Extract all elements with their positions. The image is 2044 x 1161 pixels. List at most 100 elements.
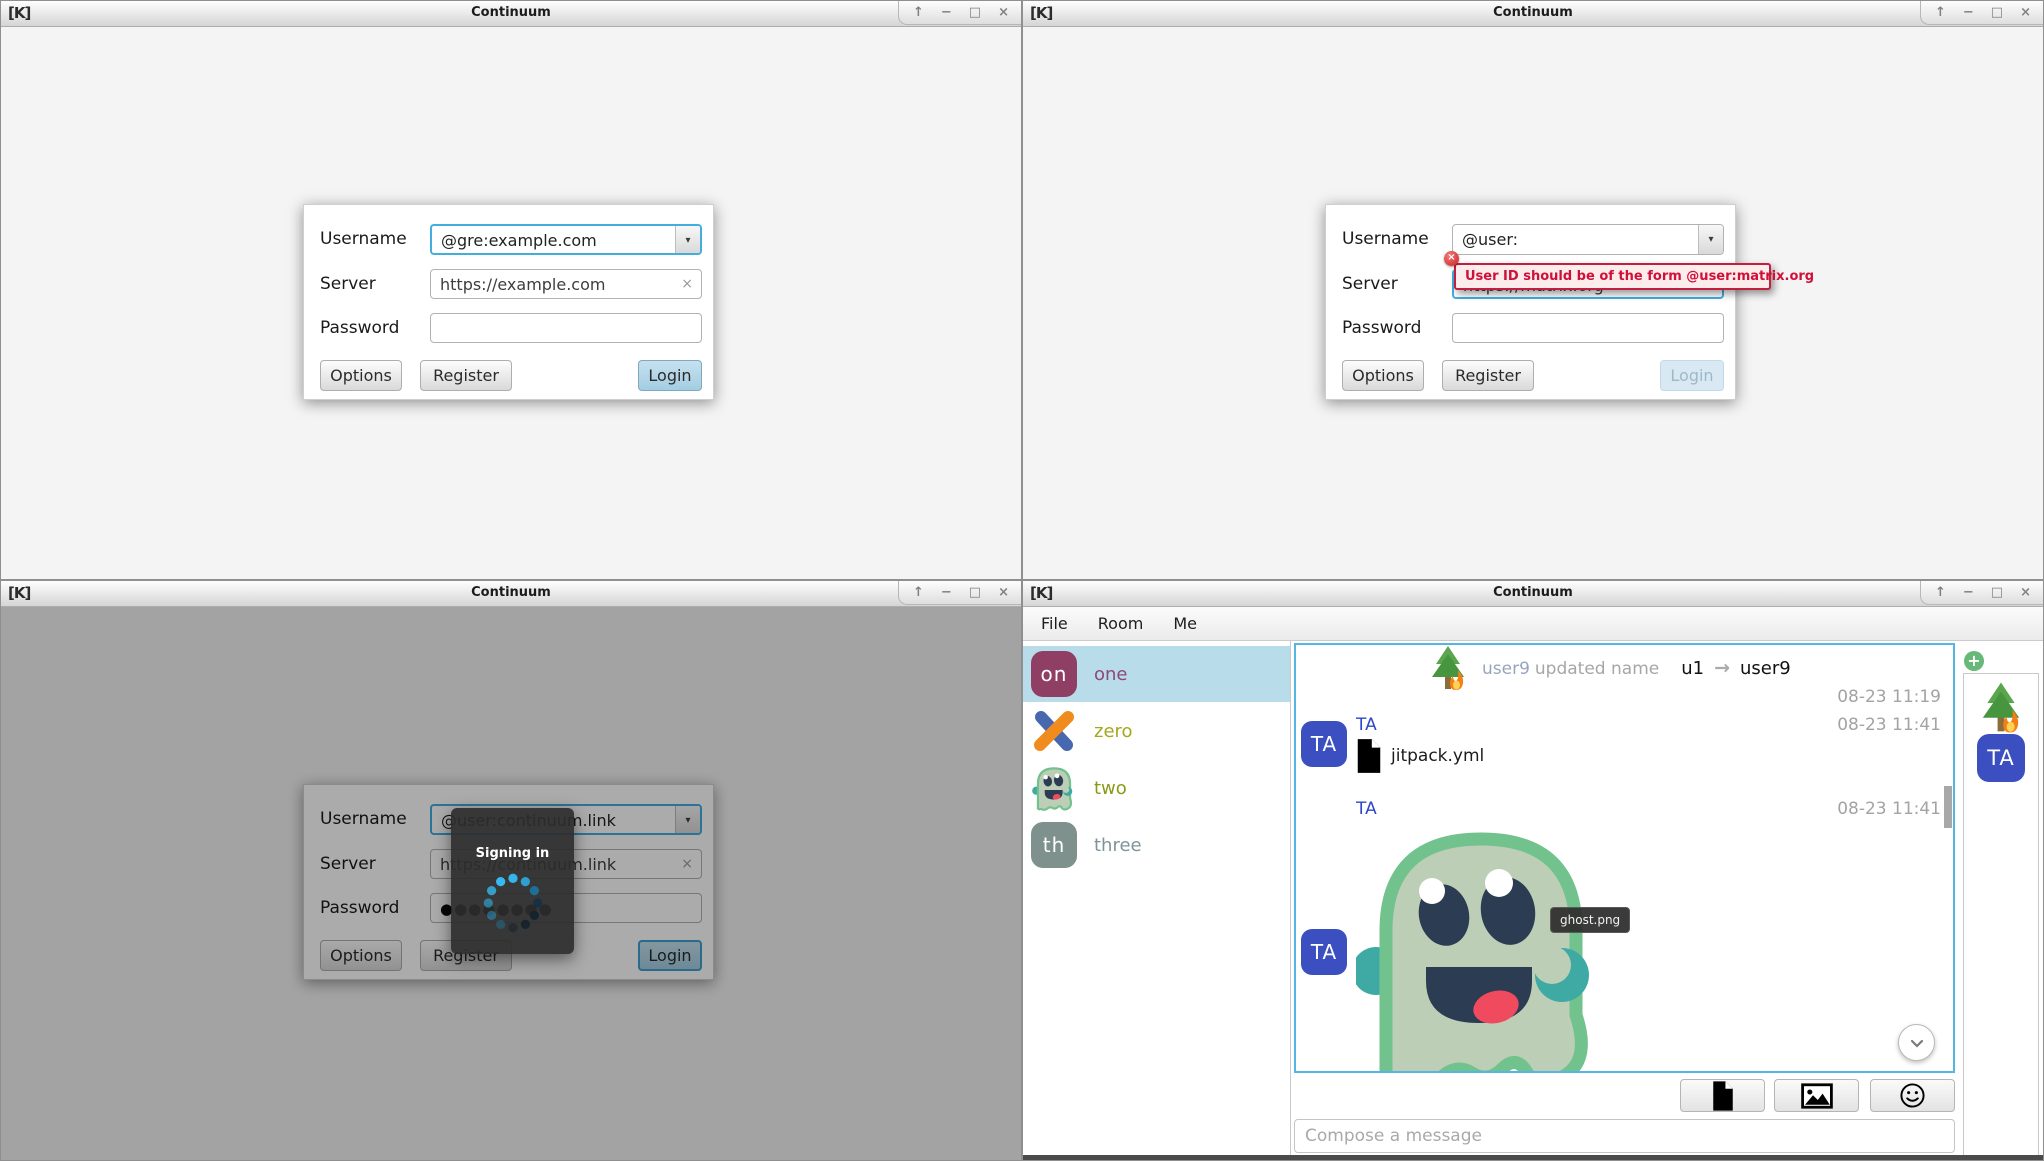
maximize-button[interactable]: □ [1991, 585, 2003, 604]
timestamp: 08-23 11:41 [1837, 799, 1941, 819]
sender-avatar[interactable]: TA [1301, 929, 1347, 975]
combobox-dropdown-button[interactable]: ▾ [675, 226, 700, 253]
username-combobox[interactable]: @user: ▾ [1452, 224, 1724, 255]
room-avatar-text: th [1043, 833, 1066, 857]
window-content: Username @gre:example.com ▾ Server https… [1, 27, 1021, 579]
room-item-three[interactable]: th three [1023, 817, 1290, 873]
sender-avatar[interactable]: TA [1301, 721, 1347, 767]
shade-button[interactable]: ↑ [913, 5, 924, 24]
maximize-button[interactable]: □ [1991, 5, 2003, 24]
menu-room[interactable]: Room [1098, 614, 1144, 633]
room-name: three [1094, 835, 1142, 856]
scroll-to-bottom-button[interactable] [1898, 1024, 1935, 1061]
attach-file-button[interactable] [1680, 1079, 1765, 1112]
titlebar[interactable]: [K] Continuum ↑ − □ × [1023, 1, 2043, 27]
smiley-icon [1899, 1082, 1926, 1109]
menu-file[interactable]: File [1041, 614, 1068, 633]
options-button[interactable]: Options [320, 360, 402, 391]
timeline-scrollbar[interactable] [1944, 786, 1952, 828]
password-input[interactable] [430, 313, 702, 343]
member-avatar-tree-fire-icon[interactable] [1976, 680, 2026, 735]
file-icon [1710, 1080, 1736, 1112]
minimize-button[interactable]: − [1963, 5, 1974, 24]
room-avatar: th [1031, 822, 1077, 868]
window-controls: ↑ − □ × [1920, 1, 2043, 25]
window-login-signing-in: [K] Continuum ↑ − □ × Username @user:con… [0, 580, 1022, 1161]
close-button[interactable]: × [998, 5, 1009, 24]
window-title: Continuum [1023, 5, 2043, 20]
password-label: Password [1342, 318, 1421, 338]
password-input[interactable] [1452, 313, 1724, 343]
compose-message-input[interactable] [1294, 1119, 1955, 1153]
emoji-button[interactable] [1870, 1079, 1955, 1112]
window-login-error: [K] Continuum ↑ − □ × Username @user: ▾ … [1022, 0, 2044, 580]
titlebar[interactable]: [K] Continuum ↑ − □ × [1023, 581, 2043, 607]
register-button[interactable]: Register [420, 360, 512, 391]
avatar-text: TA [1311, 940, 1337, 964]
member-avatar[interactable]: TA [1977, 734, 2025, 782]
file-name: jitpack.yml [1391, 746, 1484, 766]
room-item-zero[interactable]: zero [1023, 703, 1290, 759]
titlebar[interactable]: [K] Continuum ↑ − □ × [1, 1, 1021, 27]
file-icon [1354, 737, 1384, 775]
name-change-event: user9updated nameu1→user9 [1426, 646, 1791, 690]
message-timeline[interactable]: user9updated nameu1→user9 08-23 11:19 TA… [1294, 643, 1955, 1073]
room-item-two[interactable]: two [1023, 760, 1290, 816]
shade-button[interactable]: ↑ [913, 585, 924, 604]
server-label: Server [320, 274, 376, 294]
maximize-button[interactable]: □ [969, 585, 981, 604]
close-button[interactable]: × [2020, 5, 2031, 24]
add-member-button[interactable]: + [1964, 651, 1984, 671]
ghost-image-attachment[interactable] [1356, 819, 1606, 1073]
room-item-one[interactable]: on one [1023, 646, 1290, 702]
login-button[interactable]: Login [638, 360, 702, 391]
tree-fire-avatar-icon [1426, 644, 1470, 692]
member-list: TA [1963, 673, 2039, 1156]
chevron-down-icon: ▾ [1708, 234, 1713, 245]
room-avatar-k-logo-icon [1031, 708, 1077, 754]
event-sender: user9 [1482, 659, 1530, 679]
minimize-button[interactable]: − [941, 5, 952, 24]
menu-me[interactable]: Me [1173, 614, 1197, 633]
room-name: one [1094, 664, 1128, 685]
signing-in-popup: Signing in [451, 808, 574, 954]
room-name: zero [1094, 721, 1133, 742]
username-combobox[interactable]: @gre:example.com ▾ [430, 224, 702, 255]
message-sender: TA [1356, 715, 1377, 735]
login-panel: Username @user: ▾ Server https://matrix.… [1325, 204, 1736, 400]
combobox-dropdown-button[interactable]: ▾ [1698, 225, 1723, 254]
room-list: on one zero two th three [1023, 641, 1291, 1155]
username-error-tooltip: User ID should be of the form @user:matr… [1454, 263, 1771, 290]
shade-button[interactable]: ↑ [1935, 5, 1946, 24]
username-value[interactable]: @user: [1453, 225, 1698, 254]
server-label: Server [1342, 274, 1398, 294]
attach-image-button[interactable] [1774, 1079, 1859, 1112]
room-avatar-text: on [1041, 662, 1068, 686]
server-input[interactable]: https://example.com × [430, 269, 702, 299]
window-controls: ↑ − □ × [898, 581, 1021, 605]
clear-field-icon[interactable]: × [681, 276, 693, 292]
options-button[interactable]: Options [1342, 360, 1424, 391]
password-label: Password [320, 318, 399, 338]
window-title: Continuum [1023, 585, 2043, 600]
close-button[interactable]: × [998, 585, 1009, 604]
error-icon: × [1444, 251, 1459, 266]
minimize-button[interactable]: − [941, 585, 952, 604]
window-login-filled: [K] Continuum ↑ − □ × Username @gre:exam… [0, 0, 1022, 580]
window-title: Continuum [1, 5, 1021, 20]
room-avatar-ghost-icon [1031, 765, 1077, 811]
register-button[interactable]: Register [1442, 360, 1534, 391]
window-content: File Room Me on one zero two th [1023, 607, 2043, 1160]
username-value[interactable]: @gre:example.com [432, 226, 675, 253]
minimize-button[interactable]: − [1963, 585, 1974, 604]
desktop: [K] Continuum ↑ − □ × Username @gre:exam… [0, 0, 2044, 1161]
close-button[interactable]: × [2020, 585, 2031, 604]
login-panel: Username @gre:example.com ▾ Server https… [303, 204, 714, 400]
image-icon [1801, 1083, 1833, 1109]
window-content: Username @user: ▾ Server https://matrix.… [1023, 27, 2043, 579]
maximize-button[interactable]: □ [969, 5, 981, 24]
titlebar[interactable]: [K] Continuum ↑ − □ × [1, 581, 1021, 607]
shade-button[interactable]: ↑ [1935, 585, 1946, 604]
file-attachment[interactable]: jitpack.yml [1354, 737, 1484, 775]
menu-bar: File Room Me [1023, 607, 2043, 641]
